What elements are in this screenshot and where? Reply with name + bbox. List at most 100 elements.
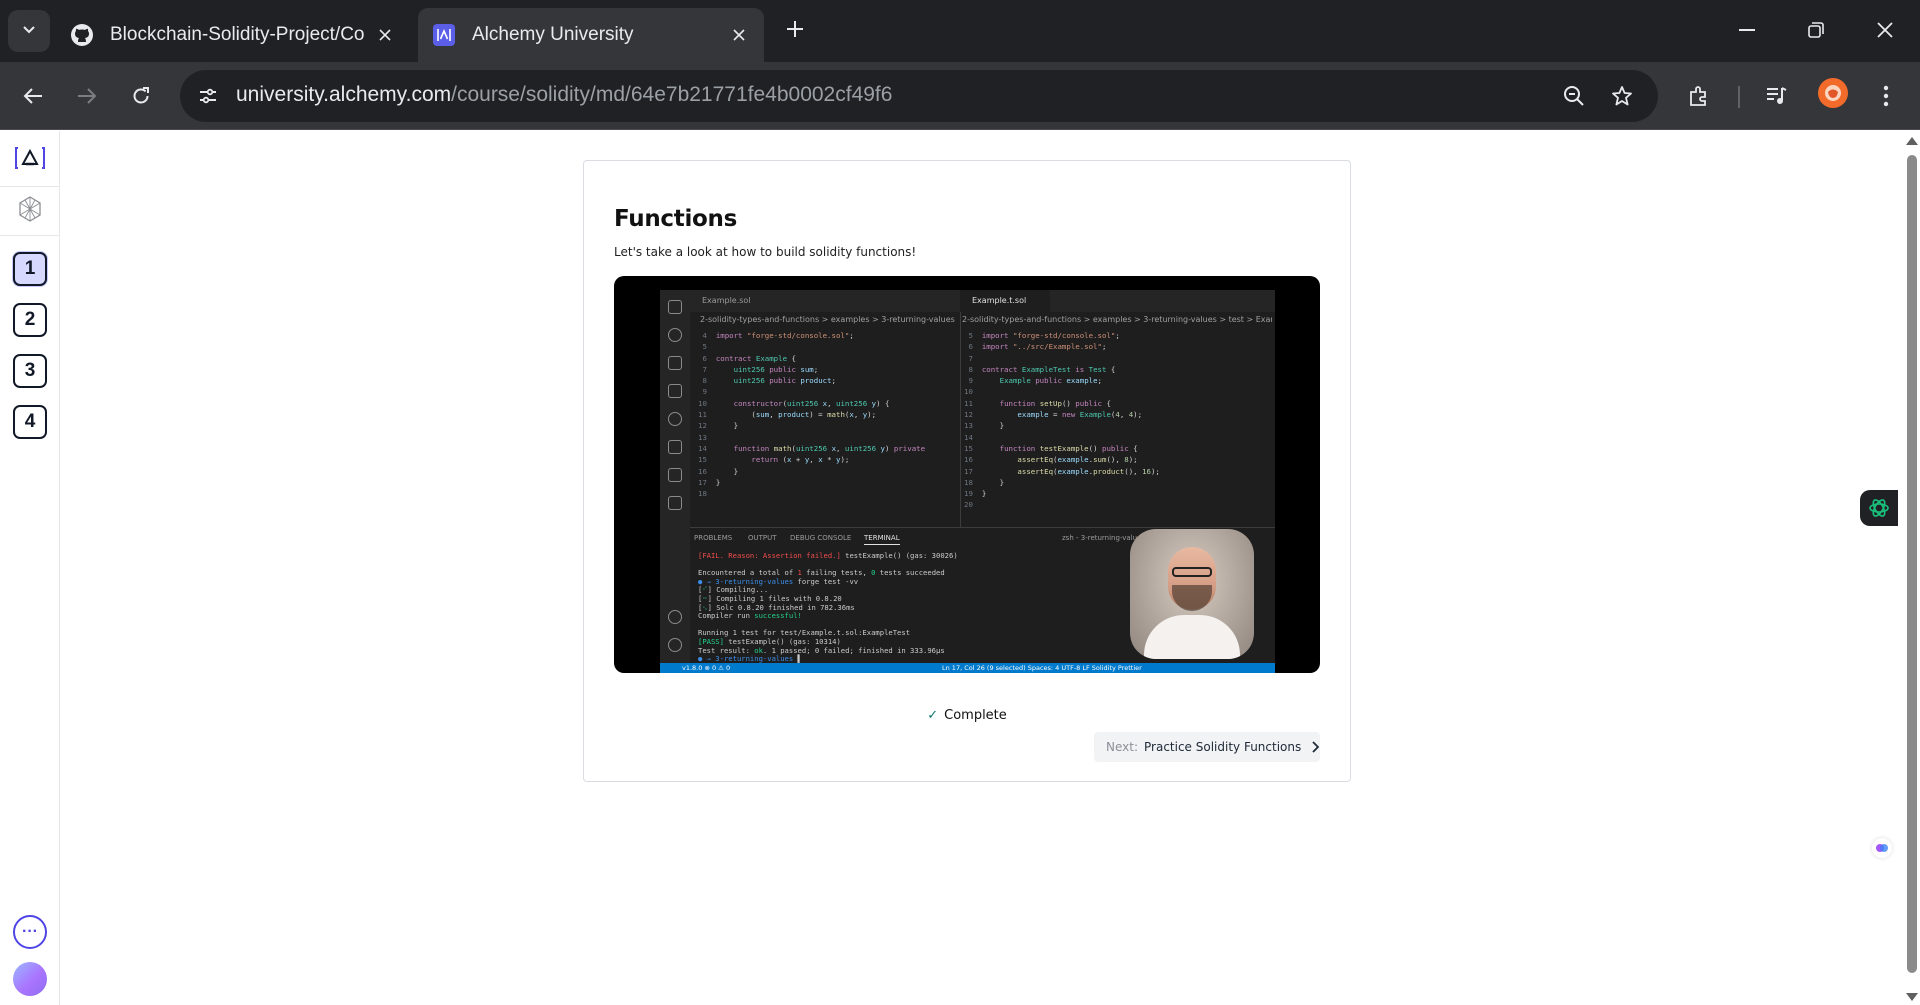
browser-menu-button[interactable] <box>1868 78 1904 114</box>
presenter-webcam <box>1130 529 1254 659</box>
pane-divider <box>960 312 961 527</box>
openai-icon <box>1869 499 1889 517</box>
forward-button[interactable] <box>67 76 107 116</box>
checkmark-icon: ✓ <box>927 708 939 723</box>
next-lesson-button[interactable]: Next: Practice Solidity Functions <box>1094 732 1320 762</box>
back-button[interactable] <box>13 76 53 116</box>
panel-tab: DEBUG CONSOLE <box>790 534 852 542</box>
lesson-card: Functions Let's take a look at how to bu… <box>583 160 1351 782</box>
panel-tab: OUTPUT <box>748 534 777 542</box>
reload-icon <box>133 87 149 104</box>
next-lesson-label: Practice Solidity Functions <box>1144 740 1302 754</box>
remote-icon <box>668 468 682 482</box>
presenter-glasses <box>1172 567 1212 577</box>
tab-search-button[interactable] <box>8 10 50 52</box>
close-icon[interactable] <box>728 24 750 46</box>
sidebar-divider <box>0 235 59 236</box>
panel-tab: TERMINAL <box>864 534 900 545</box>
panel-tab: PROBLEMS <box>694 534 733 542</box>
tab-title: Blockchain-Solidity-Project/Coc <box>110 24 364 45</box>
editor-tab: Example.sol <box>702 296 751 305</box>
source-control-icon <box>668 412 682 426</box>
lesson-link-4[interactable]: 4 <box>13 405 47 439</box>
kebab-menu-icon <box>1883 85 1889 107</box>
account-icon <box>668 610 682 624</box>
docker-icon <box>668 440 682 454</box>
close-window-button[interactable] <box>1860 10 1910 50</box>
presenter-beard <box>1172 585 1212 611</box>
code-right-pane: 5 import "forge-std/console.sol"; 6 impo… <box>964 331 1160 510</box>
restore-icon <box>1808 22 1824 38</box>
presenter-shirt <box>1144 615 1240 659</box>
run-icon <box>668 356 682 370</box>
lesson-video-player[interactable]: Example.sol Example.t.sol 2-solidity-typ… <box>614 276 1320 673</box>
url-text: university.alchemy.com/course/solidity/m… <box>236 83 892 107</box>
ai-assistant-button[interactable] <box>1860 490 1898 526</box>
reload-button[interactable] <box>121 76 161 116</box>
browser-toolbar: university.alchemy.com/course/solidity/m… <box>0 62 1920 130</box>
editor-breadcrumb: 2-solidity-types-and-functions > example… <box>700 315 955 324</box>
minimize-button[interactable] <box>1722 10 1772 50</box>
avatar-face-icon <box>1825 85 1841 101</box>
restore-button[interactable] <box>1791 10 1841 50</box>
lesson-link-3[interactable]: 3 <box>13 354 47 388</box>
extensions-icon[interactable] <box>1681 78 1717 114</box>
bookmark-star-icon[interactable] <box>1608 82 1636 110</box>
toolbar-separator <box>1738 86 1740 108</box>
lesson-link-1[interactable]: 1 <box>13 252 47 286</box>
status-right: Ln 17, Col 26 (9 selected) Spaces: 4 UTF… <box>942 664 1142 672</box>
browser-tab-bar: Blockchain-Solidity-Project/Coc Alchemy … <box>0 0 1920 62</box>
search-icon <box>668 328 682 342</box>
terminal-title: zsh - 3-returning-values <box>1062 534 1146 542</box>
editor-status-bar: v1.8.0 ⊗ 0 ⚠ 0 Ln 17, Col 26 (9 selected… <box>660 663 1275 673</box>
close-icon[interactable] <box>374 24 396 46</box>
tab-title: Alchemy University <box>472 24 634 45</box>
floating-helper-button[interactable] <box>1872 838 1892 858</box>
browser-tab-alchemy[interactable]: Alchemy University <box>418 8 764 62</box>
lesson-link-2[interactable]: 2 <box>13 303 47 337</box>
next-prefix: Next: <box>1106 740 1138 754</box>
more-options-button[interactable]: ··· <box>13 915 47 949</box>
module-icon[interactable] <box>14 193 46 225</box>
user-avatar[interactable] <box>13 962 47 996</box>
complete-label: Complete <box>944 708 1007 723</box>
browser-tab-github[interactable]: Blockchain-Solidity-Project/Coc <box>56 8 410 62</box>
editor-tab: Example.t.sol <box>960 290 1050 312</box>
zoom-icon[interactable] <box>1560 82 1588 110</box>
minimize-icon <box>1739 29 1755 31</box>
extensions-icon <box>668 384 682 398</box>
window-icon <box>668 496 682 510</box>
site-info-icon[interactable] <box>194 82 222 110</box>
lesson-intro: Let's take a look at how to build solidi… <box>614 245 917 259</box>
code-left-pane: 4 import "forge-std/console.sol"; 5 6 co… <box>698 331 926 499</box>
url-host: university.alchemy.com <box>236 83 452 106</box>
terminal-output: [FAIL. Reason: Assertion failed.] testEx… <box>698 551 958 664</box>
address-bar[interactable]: university.alchemy.com/course/solidity/m… <box>180 70 1658 122</box>
profile-avatar[interactable] <box>1818 78 1848 108</box>
page-title: Functions <box>614 206 737 232</box>
settings-gear-icon <box>668 638 682 652</box>
explorer-icon <box>668 300 682 314</box>
helper-logo-icon <box>1876 844 1888 852</box>
plus-icon <box>786 20 804 43</box>
scroll-up-arrow[interactable] <box>1906 137 1918 145</box>
alchemy-logo[interactable] <box>12 143 48 173</box>
new-tab-button[interactable] <box>778 14 812 48</box>
media-controls-icon[interactable] <box>1759 78 1795 114</box>
chevron-right-icon <box>1311 741 1320 753</box>
chevron-down-icon <box>22 22 36 40</box>
sidebar-divider <box>0 186 59 187</box>
page-scrollbar[interactable] <box>1903 131 1920 1005</box>
scroll-thumb[interactable] <box>1907 155 1917 973</box>
editor-activity-bar <box>660 290 690 663</box>
alchemy-icon <box>432 23 456 47</box>
lesson-complete-status: ✓ Complete <box>584 708 1350 723</box>
github-icon <box>70 23 94 47</box>
course-sidebar: 1 2 3 4 ··· <box>0 131 60 1005</box>
arrow-right-icon <box>78 88 97 104</box>
url-path: /course/solidity/md/64e7b21771fe4b0002cf… <box>451 83 893 106</box>
page-content: 1 2 3 4 ··· Functions Let's take a look … <box>0 131 1920 1005</box>
editor-breadcrumb: 2-solidity-types-and-functions > example… <box>962 315 1272 324</box>
scroll-down-arrow[interactable] <box>1906 993 1918 1001</box>
arrow-left-icon <box>23 88 42 104</box>
